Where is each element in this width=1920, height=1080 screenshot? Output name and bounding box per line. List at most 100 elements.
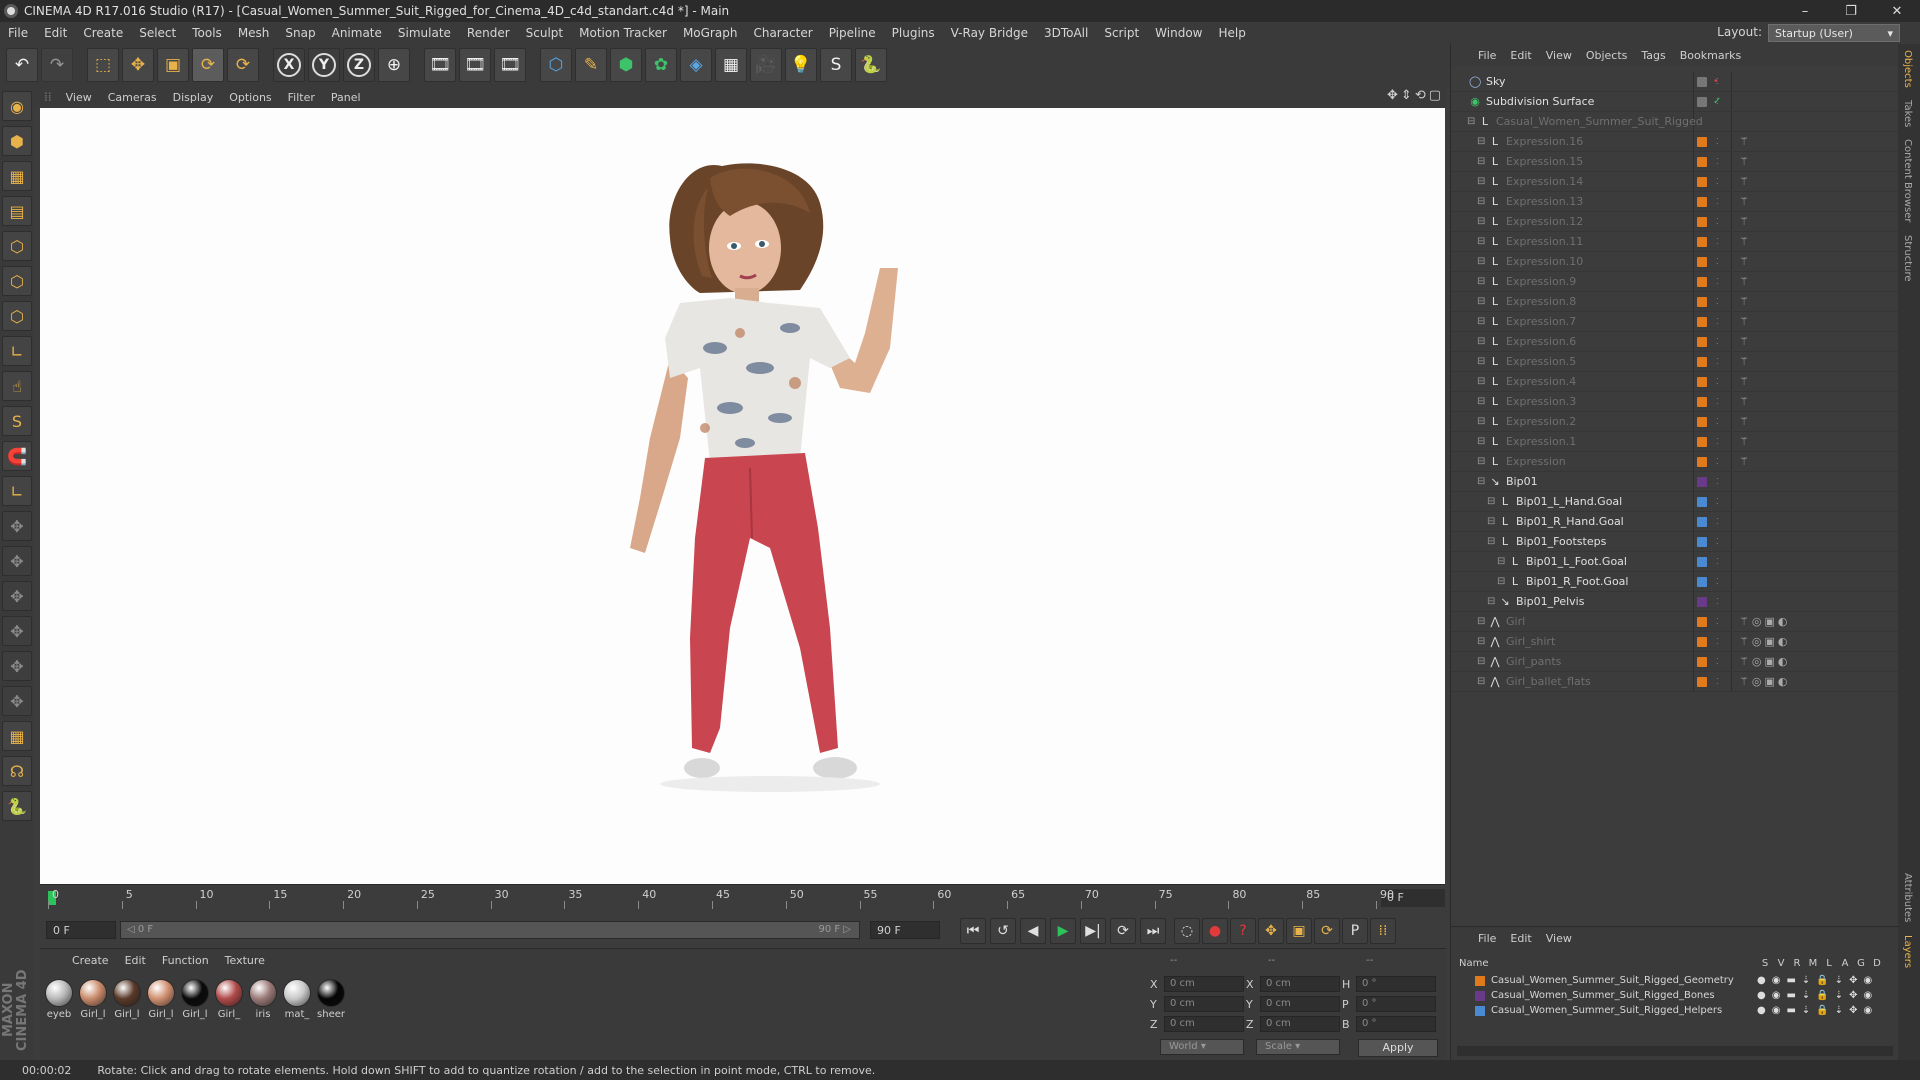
menu-file[interactable]: File bbox=[0, 26, 36, 40]
expand-toggle-icon[interactable]: ⊟ bbox=[1477, 656, 1489, 667]
object-menu-objects[interactable]: Objects bbox=[1579, 49, 1635, 62]
object-row[interactable]: ⊟ L Expression.14 ⁚ ⚚ bbox=[1451, 172, 1899, 192]
spline-pen-button[interactable]: ✎ bbox=[575, 48, 607, 82]
palette-tool-8-icon[interactable]: ☝ bbox=[2, 371, 32, 401]
expand-toggle-icon[interactable]: ⊟ bbox=[1487, 496, 1499, 507]
object-menu-bookmarks[interactable]: Bookmarks bbox=[1673, 49, 1748, 62]
object-row[interactable]: ⊟ L Bip01_R_Foot.Goal ⁚ bbox=[1451, 572, 1899, 592]
object-tags-icon[interactable]: ⚚ bbox=[1739, 395, 1752, 408]
visibility-dots[interactable]: ⁚ bbox=[1716, 157, 1719, 166]
autokey-off-button[interactable]: ◌ bbox=[1174, 918, 1200, 944]
palette-tool-20-icon[interactable]: 🐍 bbox=[2, 791, 32, 821]
visibility-dots[interactable]: ⁚ bbox=[1716, 277, 1719, 286]
object-row[interactable]: ⊟ L Expression ⁚ ⚚ bbox=[1451, 452, 1899, 472]
palette-tool-6-icon[interactable]: ⬡ bbox=[2, 301, 32, 331]
menu-v-ray-bridge[interactable]: V-Ray Bridge bbox=[943, 26, 1036, 40]
visibility-dots[interactable]: ⁚ bbox=[1716, 237, 1719, 246]
object-tags-icon[interactable]: ⚚ bbox=[1739, 135, 1752, 148]
menu-edit[interactable]: Edit bbox=[36, 26, 75, 40]
object-tags-icon[interactable]: ⚚ bbox=[1739, 255, 1752, 268]
object-tags-icon[interactable]: ⚚ bbox=[1739, 235, 1752, 248]
expand-toggle-icon[interactable]: ⊟ bbox=[1477, 236, 1489, 247]
object-menu-file[interactable]: File bbox=[1471, 49, 1503, 62]
key-pla-button[interactable]: ⁞⁞ bbox=[1370, 918, 1396, 944]
visibility-dots[interactable]: ⁚ bbox=[1716, 457, 1719, 466]
layout-dropdown[interactable]: Startup (User) ▾ bbox=[1768, 24, 1900, 42]
object-row[interactable]: ◯ Sky ⁚ • bbox=[1451, 72, 1899, 92]
palette-tool-13-icon[interactable]: ✥ bbox=[2, 546, 32, 576]
object-row[interactable]: ⊟ L Expression.2 ⁚ ⚚ bbox=[1451, 412, 1899, 432]
cube-object-button[interactable]: ⬡ bbox=[540, 48, 572, 82]
coord-c-field[interactable]: 0 ° bbox=[1356, 1016, 1436, 1032]
coord-b-field[interactable]: 0 cm bbox=[1260, 996, 1340, 1012]
visibility-dots[interactable]: ⁚ bbox=[1716, 317, 1719, 326]
light-button[interactable]: 💡 bbox=[785, 48, 817, 82]
minimize-button[interactable]: – bbox=[1782, 4, 1828, 19]
floor-button[interactable]: ▦ bbox=[715, 48, 747, 82]
palette-tool-7-icon[interactable]: ∟ bbox=[2, 336, 32, 366]
y-axis-button[interactable]: Y bbox=[308, 48, 340, 82]
coord-a-field[interactable]: 0 cm bbox=[1164, 996, 1244, 1012]
expand-toggle-icon[interactable]: ⊟ bbox=[1477, 336, 1489, 347]
object-row[interactable]: ⊟ ⋀ Girl_ballet_flats ⁚ ⚚◎▣◐ bbox=[1451, 672, 1899, 692]
menu-help[interactable]: Help bbox=[1210, 26, 1253, 40]
expand-toggle-icon[interactable]: ⊟ bbox=[1487, 516, 1499, 527]
menu-render[interactable]: Render bbox=[459, 26, 518, 40]
expand-toggle-icon[interactable]: ⊟ bbox=[1477, 356, 1489, 367]
rotate-tool-button[interactable]: ⟳ bbox=[192, 48, 224, 82]
recent-tool-button[interactable]: ⟳ bbox=[227, 48, 259, 82]
camera-button[interactable]: 🎥 bbox=[750, 48, 782, 82]
object-tags-icon[interactable]: ⚚ bbox=[1739, 155, 1752, 168]
x-axis-button[interactable]: X bbox=[273, 48, 305, 82]
expand-toggle-icon[interactable]: ⊟ bbox=[1467, 116, 1479, 127]
object-tags-icon[interactable]: ⚚◎▣◐ bbox=[1739, 655, 1790, 668]
object-row[interactable]: ⊟ L Bip01_L_Hand.Goal ⁚ bbox=[1451, 492, 1899, 512]
coordinate-system-button[interactable]: ⊕ bbox=[378, 48, 410, 82]
palette-tool-5-icon[interactable]: ⬡ bbox=[2, 266, 32, 296]
coord-a-field[interactable]: 0 cm bbox=[1164, 1016, 1244, 1032]
menu-animate[interactable]: Animate bbox=[324, 26, 390, 40]
material-swatch[interactable]: Girl_l bbox=[146, 979, 176, 1020]
visibility-dots[interactable]: ⁚ bbox=[1716, 657, 1719, 666]
object-row[interactable]: ⊟ L Expression.10 ⁚ ⚚ bbox=[1451, 252, 1899, 272]
palette-tool-9-icon[interactable]: S bbox=[2, 406, 32, 436]
visibility-dots[interactable]: ⁚ bbox=[1716, 537, 1719, 546]
object-tags-icon[interactable]: ⚚ bbox=[1739, 315, 1752, 328]
object-tags-icon[interactable]: ⚚◎▣◐ bbox=[1739, 675, 1790, 688]
render-picture-viewer-button[interactable]: 🎞 bbox=[459, 48, 491, 82]
render-settings-button[interactable]: 🎞 bbox=[494, 48, 526, 82]
object-tags-icon[interactable]: ⚚ bbox=[1739, 435, 1752, 448]
object-row[interactable]: ⊟ L Expression.9 ⁚ ⚚ bbox=[1451, 272, 1899, 292]
end-frame-field[interactable]: 90 F bbox=[870, 921, 940, 939]
material-swatch[interactable]: mat_ bbox=[282, 979, 312, 1020]
visibility-dots[interactable]: ⁚ bbox=[1716, 557, 1719, 566]
menu-window[interactable]: Window bbox=[1147, 26, 1210, 40]
expand-toggle-icon[interactable]: ⊟ bbox=[1487, 596, 1499, 607]
help-button[interactable]: ? bbox=[1230, 918, 1256, 944]
expand-toggle-icon[interactable]: ⊟ bbox=[1477, 196, 1489, 207]
expand-toggle-icon[interactable]: ⊟ bbox=[1477, 616, 1489, 627]
expand-toggle-icon[interactable]: ⊟ bbox=[1477, 296, 1489, 307]
object-tags-icon[interactable]: ⚚◎▣◐ bbox=[1739, 635, 1790, 648]
material-swatch[interactable]: Girl_l bbox=[78, 979, 108, 1020]
viewport-menu-filter[interactable]: Filter bbox=[280, 91, 323, 104]
viewport-menu-cameras[interactable]: Cameras bbox=[100, 91, 165, 104]
expand-toggle-icon[interactable]: ⊟ bbox=[1477, 156, 1489, 167]
viewport-menu-display[interactable]: Display bbox=[165, 91, 222, 104]
object-tags-icon[interactable]: ⚚ bbox=[1739, 175, 1752, 188]
key-parameter-button[interactable]: P bbox=[1342, 918, 1368, 944]
palette-tool-0-icon[interactable]: ◉ bbox=[2, 91, 32, 121]
expand-toggle-icon[interactable]: ⊟ bbox=[1477, 416, 1489, 427]
layer-menu-file[interactable]: File bbox=[1471, 932, 1503, 945]
object-tags-icon[interactable]: ⚚◎▣◐ bbox=[1739, 615, 1790, 628]
visibility-dots[interactable]: ⁚ bbox=[1716, 197, 1719, 206]
vertical-tab-structure[interactable]: Structure bbox=[1898, 229, 1917, 288]
palette-tool-14-icon[interactable]: ✥ bbox=[2, 581, 32, 611]
material-swatch[interactable]: eyeb bbox=[44, 979, 74, 1020]
object-row[interactable]: ⊟ L Expression.8 ⁚ ⚚ bbox=[1451, 292, 1899, 312]
visibility-dots[interactable]: ⁚ bbox=[1716, 177, 1719, 186]
array-button[interactable]: ✿ bbox=[645, 48, 677, 82]
start-frame-field[interactable]: 0 F bbox=[46, 921, 116, 939]
object-tags-icon[interactable]: ⚚ bbox=[1739, 295, 1752, 308]
menu-pipeline[interactable]: Pipeline bbox=[821, 26, 884, 40]
